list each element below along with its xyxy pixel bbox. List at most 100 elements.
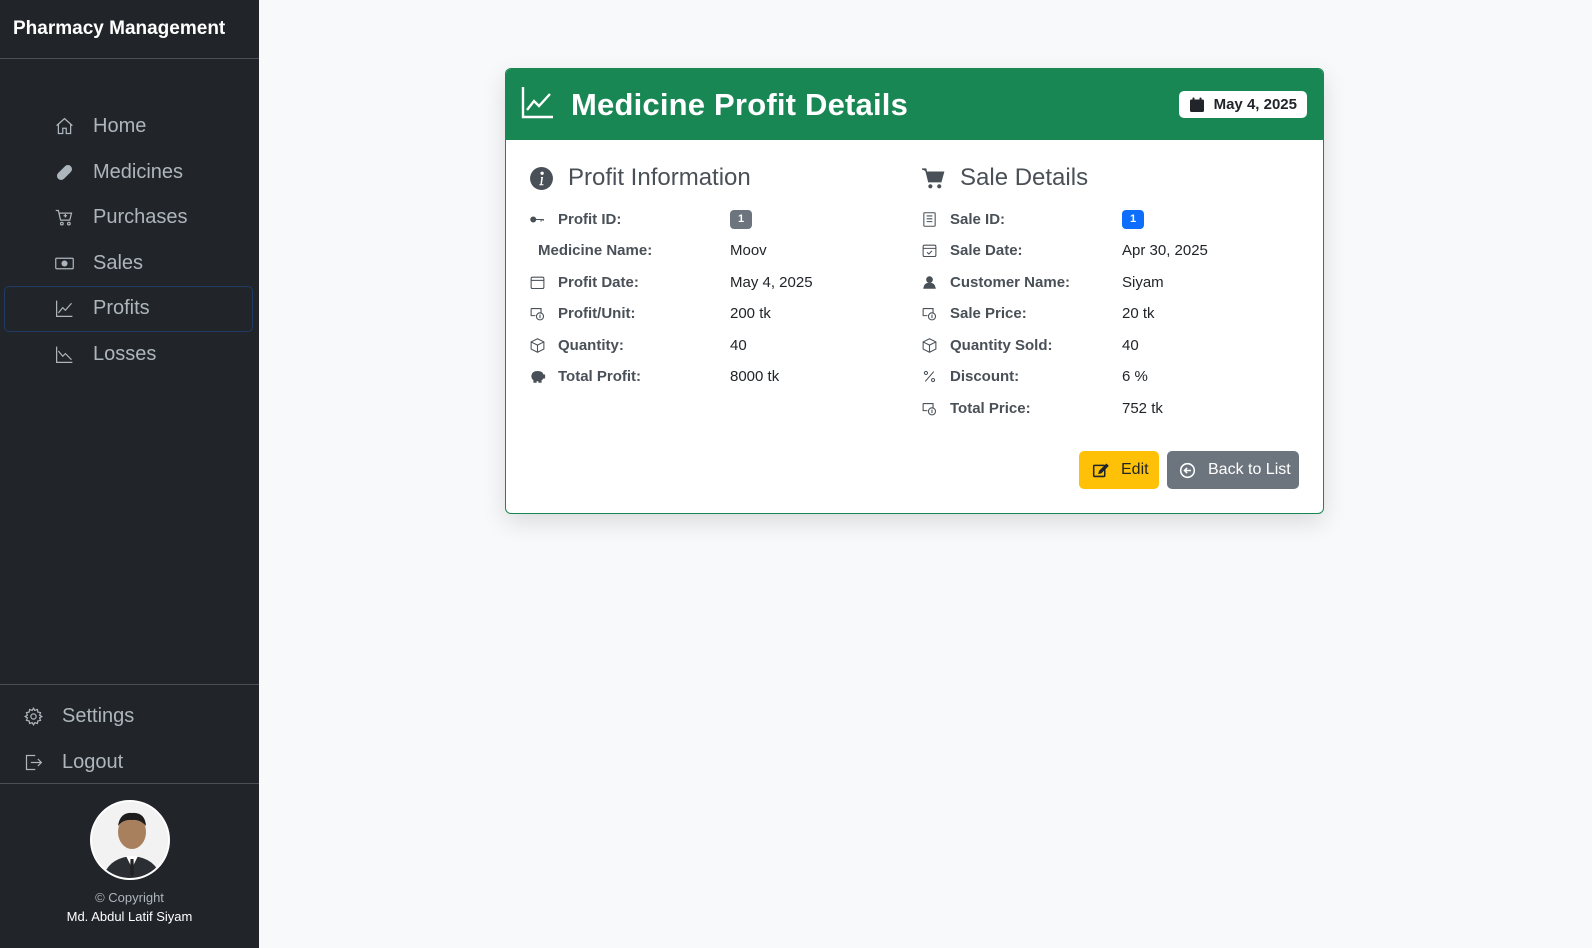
row-value: 752 tk bbox=[1122, 399, 1163, 417]
row-total-profit: Total Profit: 8000 tk bbox=[528, 365, 908, 387]
row-quantity-sold: Quantity Sold: 40 bbox=[920, 334, 1310, 356]
sale-details-section: Sale Details Sale ID: 1 Sale Date: Apr 3… bbox=[920, 162, 1310, 417]
divider bbox=[0, 783, 259, 784]
sidebar: Pharmacy Management Home Medicines Purch… bbox=[0, 0, 259, 948]
row-total-price: Total Price: 752 tk bbox=[920, 397, 1310, 419]
row-label: Medicine Name: bbox=[538, 241, 653, 259]
profile-block: © Copyright Md. Abdul Latif Siyam bbox=[0, 800, 259, 924]
section-title-sale: Sale Details bbox=[920, 162, 1310, 194]
row-value: 40 bbox=[730, 336, 747, 354]
row-label: Profit/Unit: bbox=[558, 304, 636, 322]
avatar[interactable] bbox=[89, 800, 170, 880]
row-value: 200 tk bbox=[730, 304, 771, 322]
row-sale-id: Sale ID: 1 bbox=[920, 208, 1310, 230]
row-label: Profit ID: bbox=[558, 210, 622, 228]
edit-button-label: Edit bbox=[1121, 461, 1149, 478]
row-value: 6 % bbox=[1122, 367, 1148, 385]
row-label: Profit Date: bbox=[558, 273, 639, 291]
brand-title[interactable]: Pharmacy Management bbox=[0, 0, 259, 59]
sidebar-item-label: Losses bbox=[93, 342, 157, 365]
row-label: Sale Price: bbox=[950, 304, 1027, 322]
row-label: Sale ID: bbox=[950, 210, 1006, 228]
row-medicine-name: Medicine Name: Moov bbox=[528, 239, 908, 261]
piggy-bank-icon bbox=[528, 367, 546, 385]
sidebar-item-purchases[interactable]: Purchases bbox=[0, 195, 259, 241]
info-circle-icon bbox=[528, 165, 554, 191]
row-label: Total Profit: bbox=[558, 367, 642, 385]
sidebar-item-label: Logout bbox=[62, 750, 124, 773]
sidebar-item-label: Home bbox=[93, 115, 147, 138]
row-profit-unit: Profit/Unit: 200 tk bbox=[528, 302, 908, 324]
cash-icon bbox=[53, 252, 75, 274]
arrow-left-circle-icon bbox=[1179, 462, 1196, 478]
date-badge: May 4, 2025 bbox=[1178, 91, 1307, 118]
sidebar-item-medicines[interactable]: Medicines bbox=[0, 150, 259, 196]
section-title-profit: Profit Information bbox=[528, 162, 908, 194]
card-title: Medicine Profit Details bbox=[571, 86, 909, 122]
row-value: Siyam bbox=[1122, 273, 1164, 291]
house-icon bbox=[53, 116, 75, 138]
row-label: Customer Name: bbox=[950, 273, 1071, 291]
back-button-label: Back to List bbox=[1208, 461, 1291, 478]
row-label: Quantity: bbox=[558, 336, 624, 354]
sidebar-item-losses[interactable]: Losses bbox=[0, 332, 259, 378]
box-icon bbox=[528, 336, 546, 354]
sidebar-item-label: Sales bbox=[93, 251, 144, 274]
row-value: 8000 tk bbox=[730, 367, 780, 385]
gear-icon bbox=[22, 706, 44, 728]
sidebar-item-home[interactable]: Home bbox=[0, 104, 259, 150]
sidebar-item-sales[interactable]: Sales bbox=[0, 241, 259, 287]
row-discount: Discount: 6 % bbox=[920, 365, 1310, 387]
calendar-check-icon bbox=[920, 241, 938, 259]
sidebar-item-label: Purchases bbox=[93, 206, 188, 229]
calendar-icon bbox=[1189, 97, 1204, 112]
receipt-icon bbox=[920, 210, 938, 228]
sidebar-item-label: Medicines bbox=[93, 160, 184, 183]
key-icon bbox=[528, 210, 546, 228]
pencil-square-icon bbox=[1092, 462, 1109, 477]
row-sale-price: Sale Price: 20 tk bbox=[920, 302, 1310, 324]
back-to-list-button[interactable]: Back to List bbox=[1167, 451, 1299, 489]
row-customer-name: Customer Name: Siyam bbox=[920, 271, 1310, 293]
sale-id-badge: 1 bbox=[1122, 210, 1144, 229]
card-header: Medicine Profit Details May 4, 2025 bbox=[506, 69, 1323, 140]
cash-coin-icon bbox=[528, 304, 546, 322]
date-badge-text: May 4, 2025 bbox=[1213, 96, 1297, 113]
row-label: Sale Date: bbox=[950, 241, 1023, 259]
box-icon bbox=[920, 336, 938, 354]
divider bbox=[0, 684, 259, 685]
author-name: Md. Abdul Latif Siyam bbox=[66, 909, 193, 924]
percent-icon bbox=[920, 367, 938, 385]
copyright-text: © Copyright bbox=[95, 890, 164, 905]
edit-button[interactable]: Edit bbox=[1079, 451, 1159, 489]
sidebar-nav: Home Medicines Purchases Sales Profits L… bbox=[0, 104, 259, 377]
sidebar-item-settings[interactable]: Settings bbox=[0, 694, 259, 740]
sidebar-item-profits[interactable]: Profits bbox=[4, 286, 253, 332]
cash-coin-icon bbox=[920, 304, 938, 322]
section-title-text: Sale Details bbox=[960, 164, 1089, 191]
section-title-text: Profit Information bbox=[568, 164, 751, 191]
row-value: May 4, 2025 bbox=[730, 273, 813, 291]
row-value: Apr 30, 2025 bbox=[1122, 241, 1208, 259]
row-label: Total Price: bbox=[950, 399, 1031, 417]
cart-plus-icon bbox=[53, 207, 75, 229]
calendar-icon bbox=[528, 273, 546, 291]
sidebar-bottom-nav: Settings Logout bbox=[0, 694, 259, 785]
sidebar-item-label: Profits bbox=[93, 297, 150, 320]
cart-icon bbox=[920, 165, 946, 191]
graph-down-icon bbox=[53, 343, 75, 365]
row-profit-id: Profit ID: 1 bbox=[528, 208, 908, 230]
row-profit-date: Profit Date: May 4, 2025 bbox=[528, 271, 908, 293]
row-label: Discount: bbox=[950, 367, 1020, 385]
graph-up-icon bbox=[53, 298, 75, 320]
row-value: Moov bbox=[730, 241, 767, 259]
profit-information-section: Profit Information Profit ID: 1 Medicine… bbox=[528, 162, 908, 385]
logout-icon bbox=[22, 751, 44, 773]
sidebar-item-logout[interactable]: Logout bbox=[0, 740, 259, 786]
row-value: 40 bbox=[1122, 336, 1139, 354]
row-quantity: Quantity: 40 bbox=[528, 334, 908, 356]
profit-id-badge: 1 bbox=[730, 210, 752, 229]
sidebar-item-label: Settings bbox=[62, 705, 135, 728]
row-sale-date: Sale Date: Apr 30, 2025 bbox=[920, 239, 1310, 261]
graph-up-icon bbox=[521, 85, 555, 124]
